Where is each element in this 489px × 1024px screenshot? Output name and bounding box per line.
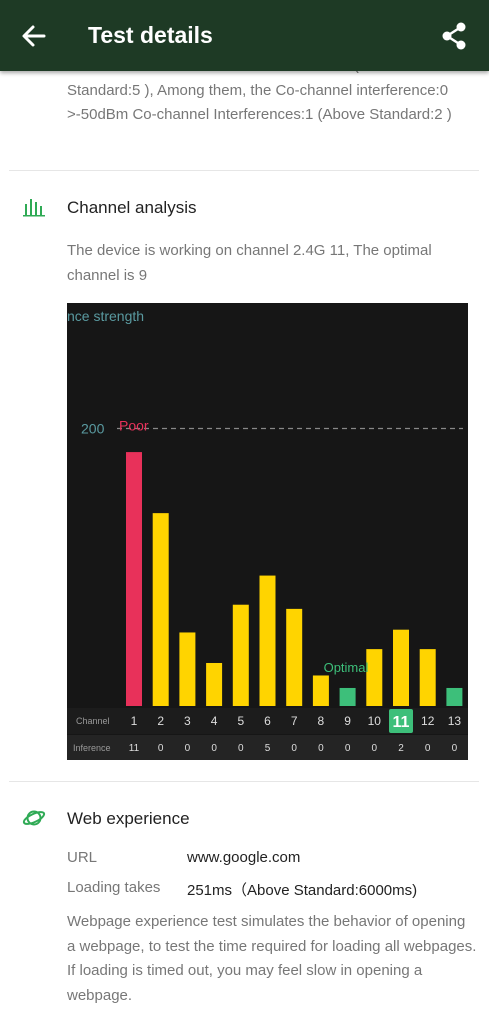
channel-tick-label: 4 [211,714,218,728]
bar-channel-10 [366,649,383,706]
share-icon[interactable] [440,21,468,51]
web-desc-line-2: a webpage, to test the time required for… [67,937,477,955]
loading-label: Loading takes [67,879,161,896]
app-bar: Test details [0,0,489,71]
bar-chart-icon [23,199,45,217]
channel-chart: nce strength 200 Poor Optimal Channel Inferen… [67,303,468,760]
inference-value: 0 [211,743,217,754]
bar-channel-8 [312,675,329,706]
channel-chart-svg: nce strength200 PoorOptimalChannelInferen… [67,308,468,760]
back-arrow-icon[interactable] [20,22,48,50]
channel-tick-label: 3 [184,714,191,728]
inference-value: 0 [238,743,244,754]
channel-tick-label: 7 [291,714,298,728]
bar-channel-2 [152,513,169,706]
web-desc-line-3: If loading is timed out, you may feel sl… [67,962,423,979]
bar-channel-4 [206,662,223,706]
inference-value: 0 [158,743,164,754]
inference-value: 0 [185,743,191,754]
inference-value: 0 [318,743,324,754]
channel-tick-label: 10 [368,714,382,728]
bar-channel-11 [393,629,409,706]
url-value: www.google.com [187,849,301,866]
channel-tick-label: 12 [421,714,435,728]
web-desc-line-4: webpage. [67,986,133,1004]
planet-icon [22,810,46,826]
chart-title: nce strength [67,308,144,324]
bar-channel-13 [446,687,463,706]
inference-value: 11 [129,743,140,754]
bar-channel-9 [339,687,356,706]
inference-value: 0 [452,743,458,754]
bar-channel-12 [419,649,436,706]
optimal-label: Optimal [324,660,369,675]
poor-label: Poor [119,418,149,434]
bar-channel-7 [286,608,303,706]
channel-tick-label: 8 [318,714,325,728]
inference-value: 0 [345,743,351,754]
channel-tick-label: 9 [344,714,351,728]
divider [9,781,479,782]
inference-value: 0 [372,743,378,754]
web-desc-line-1: Webpage experience test simulates the be… [67,913,466,930]
web-experience-title: Web experience [67,809,190,828]
channel-tick-label: 11 [393,714,410,731]
channel-row-label: Channel [76,716,110,726]
inference-value: 0 [291,743,297,754]
channel-analysis-description: The device is working on channel 2.4G 11… [67,239,467,288]
channel-tick-label: 1 [131,714,138,728]
channel-tick-label: 5 [237,714,244,728]
channel-desc-line-1: The device is working on channel 2.4G 11… [67,242,432,259]
channel-analysis-title: Channel analysis [67,198,197,217]
channel-tick-label: 2 [157,714,164,728]
channel-tick-label: 13 [448,714,462,728]
bar-channel-5 [232,604,249,706]
loading-value: 251ms（Above Standard:6000ms) [187,882,418,899]
bar-channel-1 [126,452,142,706]
page-title: Test details [88,22,213,48]
divider [9,170,479,171]
bar-channel-3 [179,632,196,706]
y-tick-label: 200 [81,421,105,437]
inference-value: 0 [425,743,431,754]
inference-value: 2 [398,743,404,754]
url-label: URL [67,849,98,866]
bar-channel-6 [259,575,276,706]
inference-value: 5 [265,743,271,754]
inference-row-label: Inference [73,743,111,753]
interference-line-2: Standard:5 ), Among them, the Co-channel… [67,81,449,99]
channel-tick-label: 6 [264,714,271,728]
web-description: Webpage experience test simulates the be… [67,910,477,1008]
channel-desc-line-2: channel is 9 [67,266,148,284]
interference-line-3: >-50dBm Co-channel Interferences:1 (Abov… [67,106,452,123]
